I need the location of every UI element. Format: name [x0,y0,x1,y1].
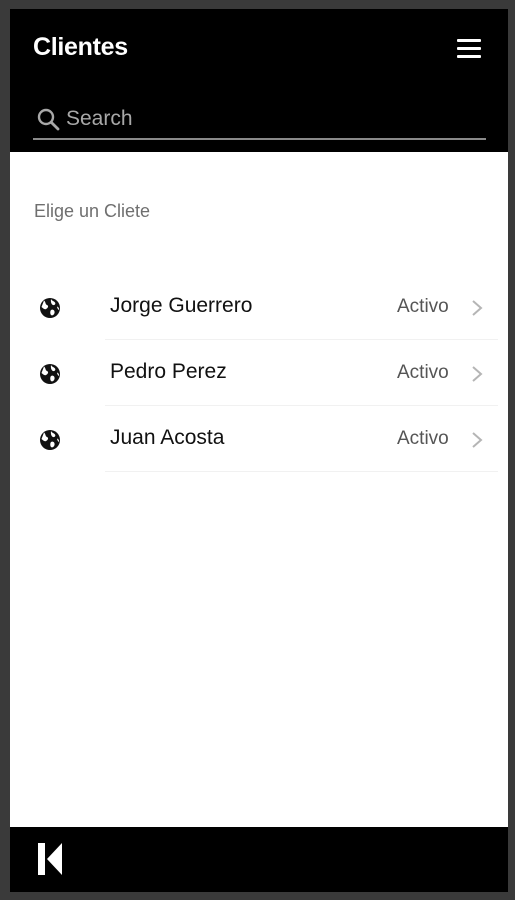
app-screen: Clientes Elige un Cliete [10,9,508,892]
globe-icon [40,364,60,384]
search-icon [37,108,60,131]
client-name: Juan Acosta [110,426,225,449]
search-bar [33,102,486,140]
client-status: Activo [397,362,449,383]
app-footer [10,827,508,892]
client-list-item[interactable]: Pedro Perez Activo [10,340,498,406]
k-logo-icon[interactable] [36,841,64,877]
row-divider [105,471,498,472]
page-title: Clientes [33,33,128,61]
chevron-right-icon [472,366,483,382]
client-list: Jorge Guerrero Activo Pedro Perez Activo [10,274,498,472]
client-name: Pedro Perez [110,360,227,383]
chevron-right-icon [472,432,483,448]
client-status: Activo [397,296,449,317]
choose-client-label: Elige un Cliete [34,201,151,221]
client-status: Activo [397,428,449,449]
app-header: Clientes [10,9,508,152]
chevron-right-icon [472,300,483,316]
client-name: Jorge Guerrero [110,294,253,317]
globe-icon [40,430,60,450]
hamburger-menu-icon[interactable] [454,36,484,62]
search-input[interactable] [66,104,476,134]
device-frame: Clientes Elige un Cliete [0,0,515,900]
globe-icon [40,298,60,318]
client-list-item[interactable]: Jorge Guerrero Activo [10,274,498,340]
client-list-item[interactable]: Juan Acosta Activo [10,406,498,472]
